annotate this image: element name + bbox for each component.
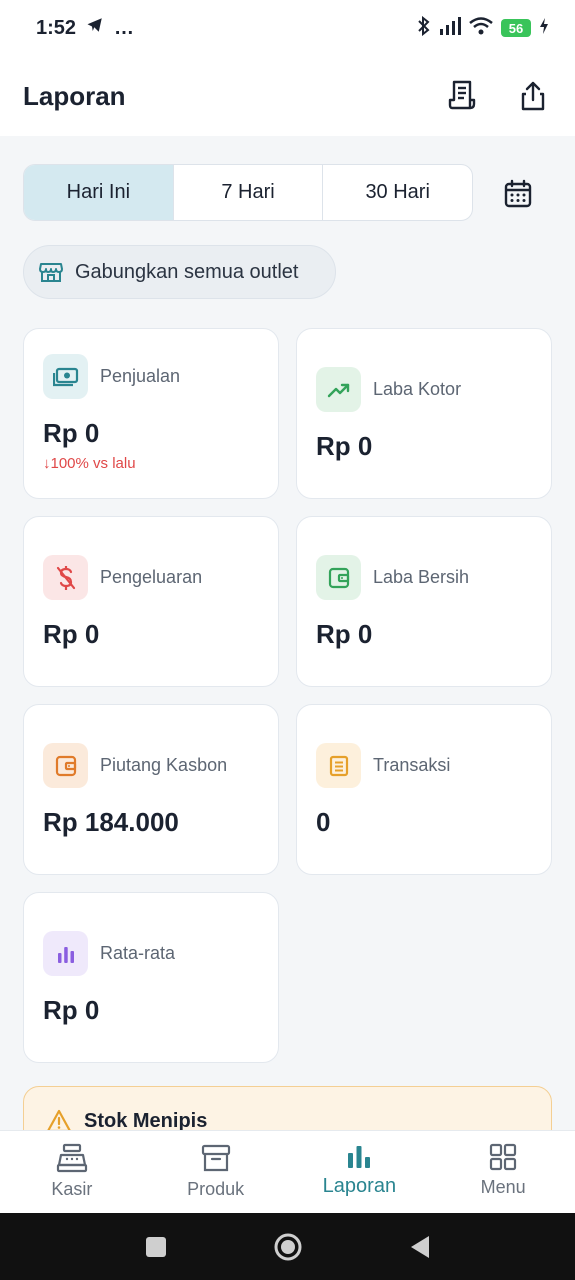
tab-30-hari[interactable]: 30 Hari (323, 165, 472, 220)
card-label: Laba Bersih (373, 567, 470, 587)
share-button[interactable] (513, 76, 553, 116)
card-label: Piutang Kasbon (100, 755, 228, 775)
home-circle-icon (274, 1233, 301, 1260)
card-head: Rata-rata (43, 931, 175, 976)
card-label: Rata-rata (100, 943, 176, 963)
nav-label: Produk (187, 1179, 245, 1199)
wifi-icon (469, 16, 493, 40)
bottom-nav: Kasir Produk Laporan Menu (0, 1130, 575, 1213)
header-actions (443, 76, 553, 116)
bar-chart-icon (43, 931, 88, 976)
card-value: Rp 0 (316, 431, 373, 461)
tab-hari-ini[interactable]: Hari Ini (24, 165, 174, 220)
app-header: Laporan (0, 56, 575, 136)
tab-7-hari[interactable]: 7 Hari (174, 165, 324, 220)
receipt-icon (448, 80, 476, 110)
wallet-icon (316, 555, 361, 600)
square-icon (145, 1236, 166, 1257)
arrow-down-icon: ↓ (43, 455, 51, 472)
status-bar: 1:52 … 56 (0, 0, 575, 56)
cash-icon (43, 354, 88, 399)
store-icon (39, 263, 63, 282)
recents-button[interactable] (138, 1229, 174, 1265)
status-right: 56 (417, 15, 549, 41)
cash-register-icon (56, 1143, 87, 1173)
nav-item-laporan[interactable]: Laporan (288, 1131, 432, 1213)
nav-label: Menu (480, 1177, 526, 1197)
card-label: Penjualan (100, 366, 181, 386)
outlet-filter-label: Gabungkan semua outlet (75, 260, 299, 283)
card-laba-kotor[interactable]: Laba Kotor Rp 0 (296, 328, 552, 499)
nav-item-menu[interactable]: Menu (431, 1131, 575, 1213)
nav-label: Laporan (322, 1175, 397, 1197)
card-delta-text: 100% vs lalu (50, 455, 136, 472)
receipt-list-icon (316, 743, 361, 788)
home-button[interactable] (270, 1229, 306, 1265)
card-head: Penjualan (43, 354, 180, 399)
nav-item-kasir[interactable]: Kasir (0, 1131, 144, 1213)
bluetooth-icon (417, 15, 431, 41)
receipt-button[interactable] (443, 76, 483, 116)
outlet-filter-chip[interactable]: Gabungkan semua outlet (23, 245, 336, 299)
share-icon (521, 81, 545, 111)
card-head: Laba Kotor (316, 367, 461, 412)
box-icon (201, 1144, 230, 1172)
status-dots: … (114, 16, 135, 39)
telegram-icon (86, 16, 104, 40)
card-head: Transaksi (316, 743, 450, 788)
card-delta: ↓100% vs lalu (43, 455, 136, 472)
card-label: Transaksi (373, 755, 451, 775)
card-penjualan[interactable]: Penjualan Rp 0 ↓100% vs lalu (23, 328, 279, 499)
battery-icon: 56 (501, 19, 531, 37)
card-rata-rata[interactable]: Rata-rata Rp 0 (23, 892, 279, 1063)
back-button[interactable] (402, 1229, 438, 1265)
calendar-icon (504, 179, 532, 208)
signal-icon (439, 16, 461, 40)
card-value: Rp 0 (43, 619, 100, 649)
card-pengeluaran[interactable]: Pengeluaran Rp 0 (23, 516, 279, 687)
card-laba-bersih[interactable]: Laba Bersih Rp 0 (296, 516, 552, 687)
card-transaksi[interactable]: Transaksi 0 (296, 704, 552, 875)
page-title: Laporan (23, 80, 126, 111)
period-tabs: Hari Ini 7 Hari 30 Hari (23, 164, 473, 221)
card-value: Rp 0 (43, 995, 100, 1025)
card-value: Rp 184.000 (43, 807, 179, 837)
card-value: Rp 0 (43, 418, 100, 448)
card-head: Pengeluaran (43, 555, 202, 600)
calendar-button[interactable] (496, 172, 540, 216)
grid-icon (490, 1143, 517, 1171)
charging-icon (539, 17, 549, 39)
card-label: Pengeluaran (100, 567, 203, 587)
dollar-off-icon (43, 555, 88, 600)
card-head: Laba Bersih (316, 555, 469, 600)
system-nav-bar (0, 1213, 575, 1280)
card-value: Rp 0 (316, 619, 373, 649)
bar-chart-icon (348, 1146, 371, 1168)
status-left: 1:52 … (36, 16, 134, 40)
card-value: 0 (316, 807, 331, 837)
card-label: Laba Kotor (373, 379, 462, 399)
card-head: Piutang Kasbon (43, 743, 227, 788)
back-triangle-icon (410, 1235, 429, 1258)
status-time: 1:52 (36, 16, 77, 39)
nav-item-produk[interactable]: Produk (144, 1131, 288, 1213)
wallet-icon (43, 743, 88, 788)
trending-up-icon (316, 367, 361, 412)
nav-label: Kasir (51, 1179, 93, 1199)
card-piutang-kasbon[interactable]: Piutang Kasbon Rp 184.000 (23, 704, 279, 875)
